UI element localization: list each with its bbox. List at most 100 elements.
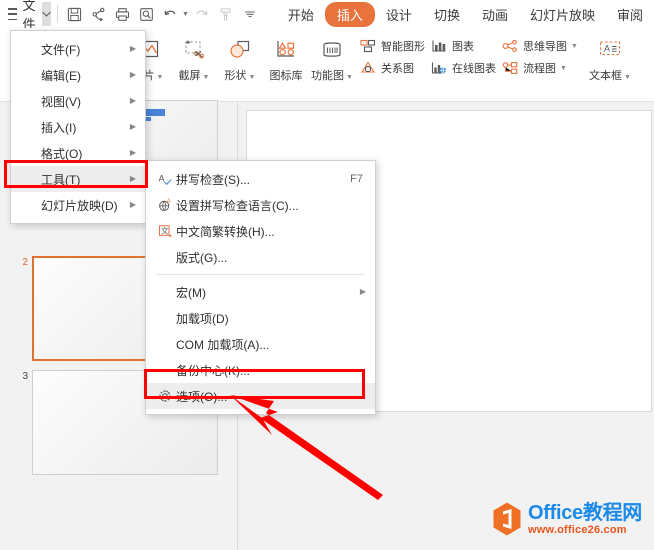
online-chart-label: 在线图表 <box>452 63 496 75</box>
tab-review[interactable]: 审阅 <box>606 2 654 27</box>
chevron-down-icon[interactable]: ▼ <box>346 74 353 81</box>
redo-icon[interactable] <box>191 3 213 25</box>
chevron-down-icon[interactable]: ▼ <box>203 74 210 81</box>
smartart-button[interactable]: 智能图形 <box>358 38 425 54</box>
menu-item-insert[interactable]: 插入(I) ▶ <box>11 114 145 140</box>
print-icon[interactable] <box>112 3 134 25</box>
tools-submenu[interactable]: A 拼写检查(S)... F7 A 设置拼写检查语言(C)... 文 中文简繁转… <box>145 160 376 415</box>
quick-access-toolbar: ▼ <box>64 3 261 25</box>
format-painter-icon[interactable] <box>215 3 237 25</box>
relation-chart-button[interactable]: 关系图 <box>358 60 425 76</box>
chevron-down-icon[interactable]: ▼ <box>249 74 256 81</box>
chart-icon <box>429 39 449 53</box>
save-icon[interactable] <box>64 3 86 25</box>
menu-item-options[interactable]: 选项(O)... <box>146 383 375 409</box>
watermark-text: Office教程网 www.office26.com <box>528 503 642 536</box>
textbox-label: 文本框 <box>588 70 622 82</box>
spell-language-icon: A <box>154 198 176 212</box>
svg-text:A: A <box>167 199 171 205</box>
print-preview-icon[interactable] <box>136 3 158 25</box>
undo-dropdown-icon[interactable]: ▼ <box>182 11 189 18</box>
svg-text:A: A <box>159 174 165 184</box>
mindmap-button[interactable]: 思维导图 ▼ <box>500 38 578 54</box>
shapes-icon <box>228 35 252 65</box>
chart-button[interactable]: 图表 <box>429 38 496 54</box>
icon-library-label: 图标库 <box>269 70 303 82</box>
chevron-right-icon: ▶ <box>129 200 136 209</box>
relation-chart-label: 关系图 <box>381 63 414 75</box>
menu-item-macro[interactable]: 宏(M) ▶ <box>146 279 375 305</box>
toolbar-divider <box>57 5 58 23</box>
file-dropdown-menu[interactable]: 文件(F) ▶ 编辑(E) ▶ 视图(V) ▶ 插入(I) ▶ 格式(O) ▶ … <box>10 30 146 224</box>
menu-item-backup-center[interactable]: 备份中心(K)... <box>146 357 375 383</box>
menu-item-view[interactable]: 视图(V) ▶ <box>11 88 145 114</box>
chevron-down-icon[interactable] <box>41 2 52 26</box>
function-chart-button[interactable]: 功能图 ▼ <box>310 32 354 83</box>
screenshot-button[interactable]: 截屏 ▼ <box>172 32 216 83</box>
menu-item-addins[interactable]: 加载项(D) <box>146 305 375 331</box>
ribbon-tabs: 开始 插入 设计 切换 动画 幻灯片放映 审阅 <box>277 1 654 27</box>
gear-icon <box>154 389 176 403</box>
menu-item-format[interactable]: 格式(O) ▶ <box>11 140 145 166</box>
chevron-down-icon[interactable]: ▼ <box>560 65 567 72</box>
menu-item-layout[interactable]: 版式(G)... <box>146 244 375 270</box>
ribbon-group-diagram: 思维导图 ▼ 流程图 ▼ <box>500 32 578 76</box>
menu-item-slideshow[interactable]: 幻灯片放映(D) ▶ <box>11 192 145 218</box>
ribbon-big-buttons: 图片▼ 截屏▼ 形状▼ 图标库 <box>126 32 354 83</box>
chevron-down-icon[interactable]: ▼ <box>157 74 164 81</box>
screenshot-label: 截屏 <box>178 70 201 82</box>
menu-item-spell-language[interactable]: A 设置拼写检查语言(C)... <box>146 192 375 218</box>
menu-item-edit[interactable]: 编辑(E) ▶ <box>11 62 145 88</box>
online-chart-button[interactable]: 在线图表 <box>429 60 496 76</box>
svg-text:文: 文 <box>161 225 169 235</box>
tab-design[interactable]: 设计 <box>375 2 423 27</box>
textbox-icon: A <box>597 35 623 65</box>
chart-label: 图表 <box>452 41 474 53</box>
shapes-button[interactable]: 形状 ▼ <box>218 32 262 83</box>
smartart-icon <box>358 39 378 53</box>
ribbon-group-chart: 图表 在线图表 <box>429 32 496 76</box>
hamburger-icon[interactable] <box>8 8 17 20</box>
share-icon[interactable] <box>88 3 110 25</box>
chevron-down-icon[interactable]: ▼ <box>571 43 578 50</box>
chevron-down-icon[interactable]: ▼ <box>624 74 631 81</box>
chevron-right-icon: ▶ <box>129 148 136 157</box>
icon-library-icon <box>274 35 298 65</box>
undo-icon[interactable] <box>160 3 182 25</box>
chevron-right-icon: ▶ <box>129 44 136 53</box>
chevron-right-icon: ▶ <box>129 70 136 79</box>
chevron-right-icon: ▶ <box>359 287 366 296</box>
textbox-button[interactable]: A 文本框 ▼ <box>584 32 636 83</box>
menu-item-tools[interactable]: 工具(T) ▶ <box>11 166 145 192</box>
shapes-label: 形状 <box>224 70 247 82</box>
online-chart-icon <box>429 61 449 75</box>
tab-slideshow[interactable]: 幻灯片放映 <box>519 2 606 27</box>
tab-transition[interactable]: 切换 <box>423 2 471 27</box>
flowchart-icon <box>500 61 520 75</box>
qat-more-icon[interactable] <box>239 3 261 25</box>
mindmap-label: 思维导图 <box>523 41 567 53</box>
function-chart-label: 功能图 <box>311 70 345 82</box>
watermark-title: Office教程网 <box>528 501 642 524</box>
shortcut-label: F7 <box>350 173 363 185</box>
office-tutorial-watermark: Office教程网 www.office26.com <box>492 502 642 536</box>
slide-number: 2 <box>22 257 28 268</box>
smartart-label: 智能图形 <box>381 41 425 53</box>
function-chart-icon <box>320 35 344 65</box>
chevron-right-icon: ▶ <box>129 122 136 131</box>
ribbon-group-smartart: 智能图形 关系图 <box>358 32 425 76</box>
office-hexagon-logo <box>493 502 521 536</box>
menu-item-chinese-convert[interactable]: 文 中文简繁转换(H)... <box>146 218 375 244</box>
menu-item-file[interactable]: 文件(F) ▶ <box>11 36 145 62</box>
menu-item-com-addins[interactable]: COM 加载项(A)... <box>146 331 375 357</box>
chevron-right-icon: ▶ <box>129 96 136 105</box>
relation-chart-icon <box>358 61 378 75</box>
tab-insert[interactable]: 插入 <box>324 1 375 27</box>
chinese-convert-icon: 文 <box>154 224 176 238</box>
icon-library-button[interactable]: 图标库 <box>264 32 308 83</box>
menu-item-spellcheck[interactable]: A 拼写检查(S)... F7 <box>146 166 375 192</box>
flowchart-button[interactable]: 流程图 ▼ <box>500 60 578 76</box>
tab-animation[interactable]: 动画 <box>471 2 519 27</box>
tab-start[interactable]: 开始 <box>277 2 325 27</box>
menu-separator <box>156 274 365 275</box>
